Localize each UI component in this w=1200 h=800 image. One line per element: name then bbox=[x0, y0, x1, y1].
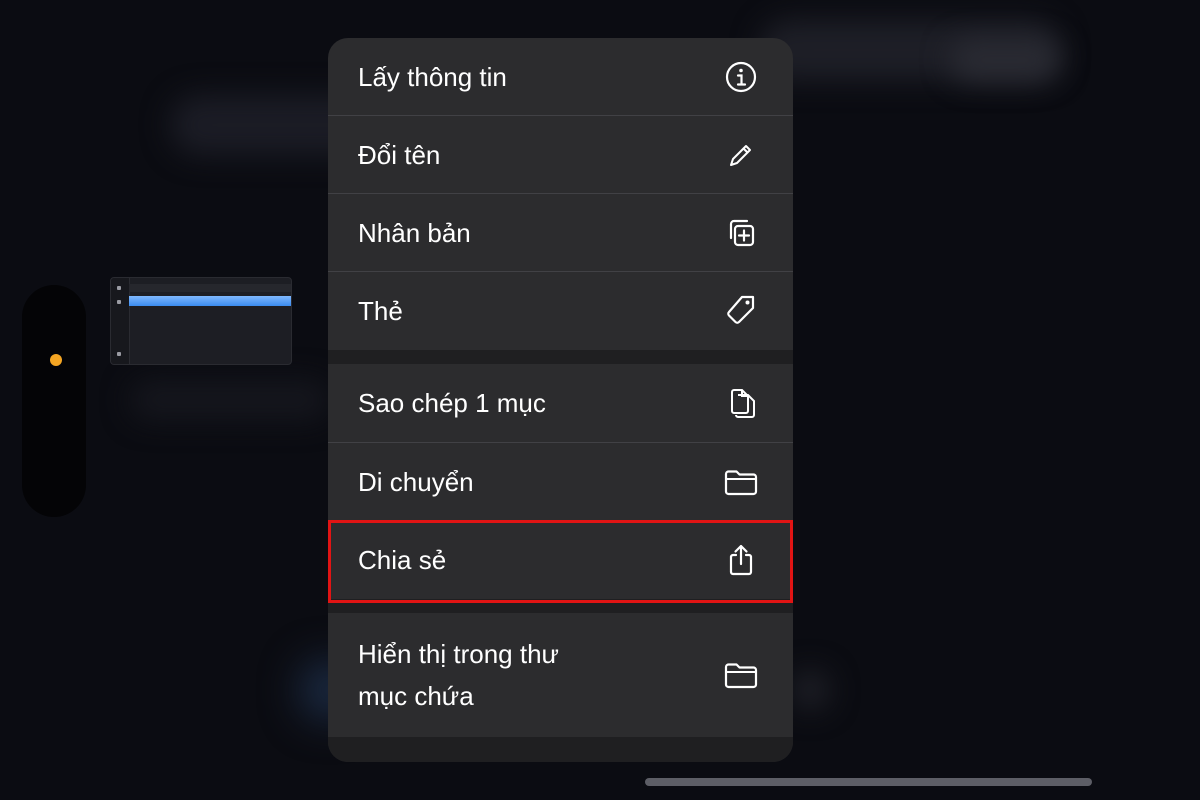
menu-item-label: Nhân bản bbox=[358, 217, 471, 248]
menu-item-copy[interactable]: Sao chép 1 mục bbox=[328, 364, 793, 442]
thumbnail-header-bar bbox=[129, 284, 291, 292]
info-circle-icon bbox=[723, 59, 759, 95]
share-highlight-box bbox=[328, 520, 793, 603]
menu-item-rename[interactable]: Đổi tên bbox=[328, 116, 793, 194]
context-menu: Lấy thông tin Đổi tên Nhân bản Thẻ Sao c… bbox=[328, 38, 793, 762]
menu-item-get-info[interactable]: Lấy thông tin bbox=[328, 38, 793, 116]
thumbnail-gutter bbox=[111, 278, 130, 364]
menu-item-move[interactable]: Di chuyển bbox=[328, 443, 793, 521]
menu-item-label-line: mục chứa bbox=[358, 681, 474, 711]
menu-item-label: Thẻ bbox=[358, 295, 403, 326]
home-indicator[interactable] bbox=[645, 778, 1092, 786]
background-button-blur bbox=[950, 40, 1060, 80]
background-control-blur bbox=[790, 670, 830, 710]
menu-item-label: Sao chép 1 mục bbox=[358, 387, 546, 418]
background-label-blur bbox=[130, 380, 330, 420]
thumbnail-marker bbox=[117, 286, 121, 290]
file-thumbnail[interactable] bbox=[110, 277, 292, 365]
menu-item-tags[interactable]: Thẻ bbox=[328, 272, 793, 350]
menu-bottom-strip bbox=[328, 737, 793, 762]
duplicate-icon bbox=[723, 215, 759, 251]
side-panel bbox=[22, 285, 86, 517]
tag-icon bbox=[723, 293, 759, 329]
menu-item-label: Hiển thị trong thư mục chứa bbox=[358, 633, 559, 717]
thumbnail-marker bbox=[117, 300, 121, 304]
status-dot bbox=[50, 354, 62, 366]
copy-documents-icon bbox=[723, 385, 759, 421]
menu-item-duplicate[interactable]: Nhân bản bbox=[328, 194, 793, 272]
folder-icon bbox=[723, 464, 759, 500]
menu-item-label: Di chuyển bbox=[358, 466, 474, 497]
thumbnail-marker bbox=[117, 352, 121, 356]
menu-section-gap bbox=[328, 350, 793, 364]
folder-icon bbox=[723, 657, 759, 693]
menu-item-show-in-enclosing-folder[interactable]: Hiển thị trong thư mục chứa bbox=[328, 613, 793, 737]
thumbnail-highlight-bar bbox=[129, 296, 291, 306]
menu-item-label-line: Hiển thị trong thư bbox=[358, 639, 559, 669]
menu-item-label: Đổi tên bbox=[358, 139, 441, 170]
menu-item-label: Lấy thông tin bbox=[358, 61, 507, 92]
pencil-icon bbox=[723, 137, 759, 173]
